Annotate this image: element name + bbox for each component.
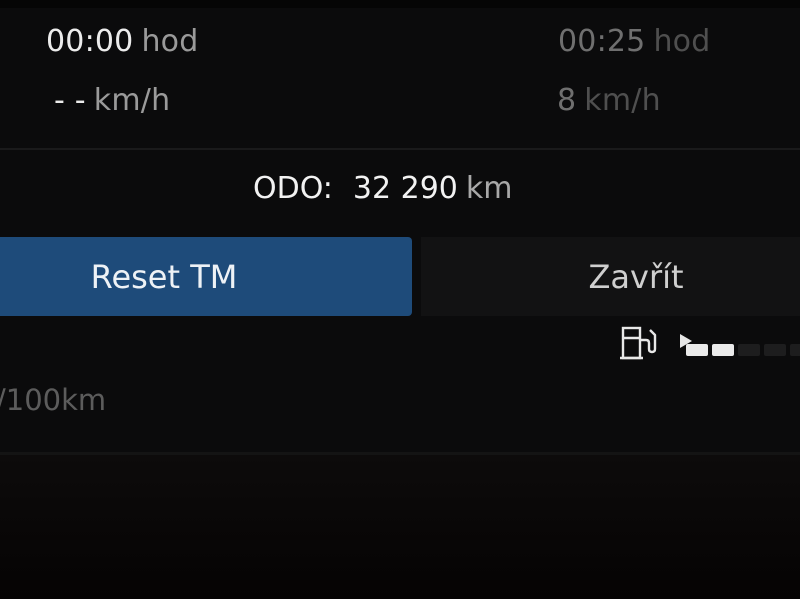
- section-divider: [0, 148, 800, 150]
- reset-trip-button[interactable]: Reset TM: [0, 237, 412, 316]
- trip-time-right: 00:25 hod: [558, 24, 710, 60]
- trip-speed-right: 8 km/h: [557, 83, 661, 119]
- trip-speed-right-unit: km/h: [584, 83, 661, 118]
- fuel-consumption-unit: /100km: [0, 383, 107, 417]
- fuel-pump-icon: [618, 322, 666, 362]
- screen-bezel-area: [0, 455, 800, 599]
- trip-time-right-unit: hod: [653, 24, 711, 59]
- odometer-readout: ODO: 32 290 km: [253, 171, 513, 207]
- top-edge: [0, 0, 800, 8]
- trip-time-left-unit: hod: [141, 24, 199, 59]
- fuel-level-segment: [738, 344, 760, 356]
- fuel-level-segment: [686, 344, 708, 356]
- odometer-value: 32 290: [352, 171, 458, 206]
- fuel-level-segment: [790, 344, 800, 356]
- trip-computer-screen: 00:00 hod - - km/h 00:25 hod 8 km/h ODO: 32 2…: [0, 0, 800, 599]
- odometer-unit: km: [465, 171, 513, 206]
- fuel-level-bar: [686, 344, 800, 356]
- trip-speed-left-value: - -: [54, 83, 86, 118]
- fuel-level-segment: [764, 344, 786, 356]
- trip-speed-right-value: 8: [557, 83, 577, 118]
- trip-time-left-value: 00:00: [46, 24, 134, 59]
- trip-time-right-value: 00:25: [558, 24, 646, 59]
- trip-speed-left: - - km/h: [54, 83, 170, 119]
- reset-trip-label: Reset TM: [90, 257, 238, 296]
- fuel-gauge: [618, 322, 800, 362]
- trip-time-left: 00:00 hod: [46, 24, 198, 60]
- close-button[interactable]: Zavřít: [421, 237, 800, 316]
- odometer-label: ODO:: [253, 171, 333, 206]
- close-label: Zavřít: [588, 257, 684, 296]
- fuel-level-segment: [712, 344, 734, 356]
- trip-speed-left-unit: km/h: [93, 83, 171, 118]
